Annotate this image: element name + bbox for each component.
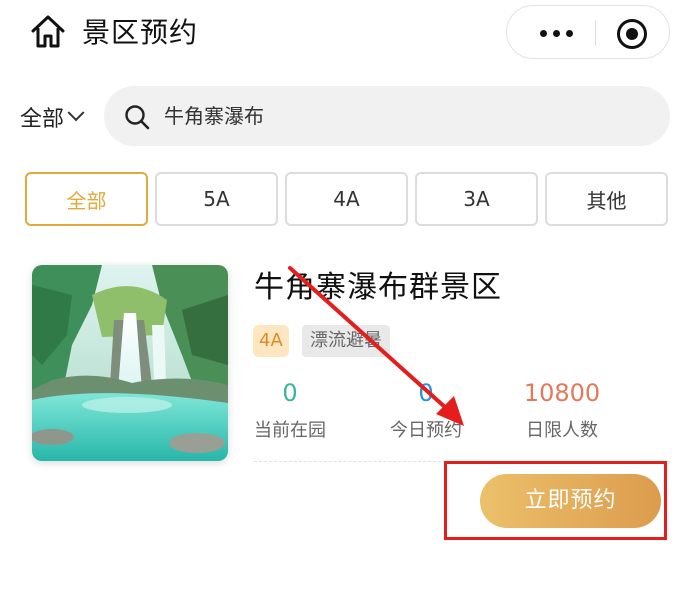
tab-all[interactable]: 全部 [25, 172, 148, 226]
category-filter-dropdown[interactable]: 全部 [20, 100, 85, 134]
header-bar: 景区预约 [0, 0, 682, 70]
tab-5a[interactable]: 5A [155, 172, 278, 226]
more-dots-icon[interactable] [525, 16, 587, 50]
daily-limit-label: 日限人数 [526, 420, 598, 441]
level-badge: 4A [253, 325, 289, 357]
current-visitors-label: 当前在园 [254, 420, 326, 441]
search-icon [125, 105, 150, 130]
tab-3a[interactable]: 3A [415, 172, 538, 226]
scenic-thumbnail[interactable] [32, 265, 228, 461]
tab-other[interactable]: 其他 [545, 172, 668, 226]
waterfall-image [32, 265, 228, 461]
page-title: 景区预约 [82, 16, 199, 49]
chevron-down-icon [67, 104, 85, 122]
tab-4a[interactable]: 4A [285, 172, 408, 226]
search-bar[interactable]: 牛角寨瀑布 [104, 86, 670, 146]
category-filter-label: 全部 [20, 107, 65, 132]
level-tabs: 全部 5A 4A 3A 其他 [25, 172, 668, 228]
miniapp-capsule [506, 5, 670, 59]
search-input[interactable]: 牛角寨瀑布 [164, 102, 264, 130]
record-target-icon[interactable] [617, 19, 647, 49]
today-bookings-label: 今日预约 [390, 420, 462, 441]
daily-limit-count: 10800 [523, 379, 601, 407]
theme-tag: 漂流避暑 [302, 325, 390, 357]
capsule-divider [595, 20, 596, 46]
scenic-name[interactable]: 牛角寨瀑布群景区 [254, 268, 502, 308]
current-visitors-count: 0 [282, 379, 298, 407]
home-icon[interactable] [30, 14, 66, 50]
highlight-box [444, 461, 667, 540]
today-bookings-count: 0 [418, 379, 434, 407]
